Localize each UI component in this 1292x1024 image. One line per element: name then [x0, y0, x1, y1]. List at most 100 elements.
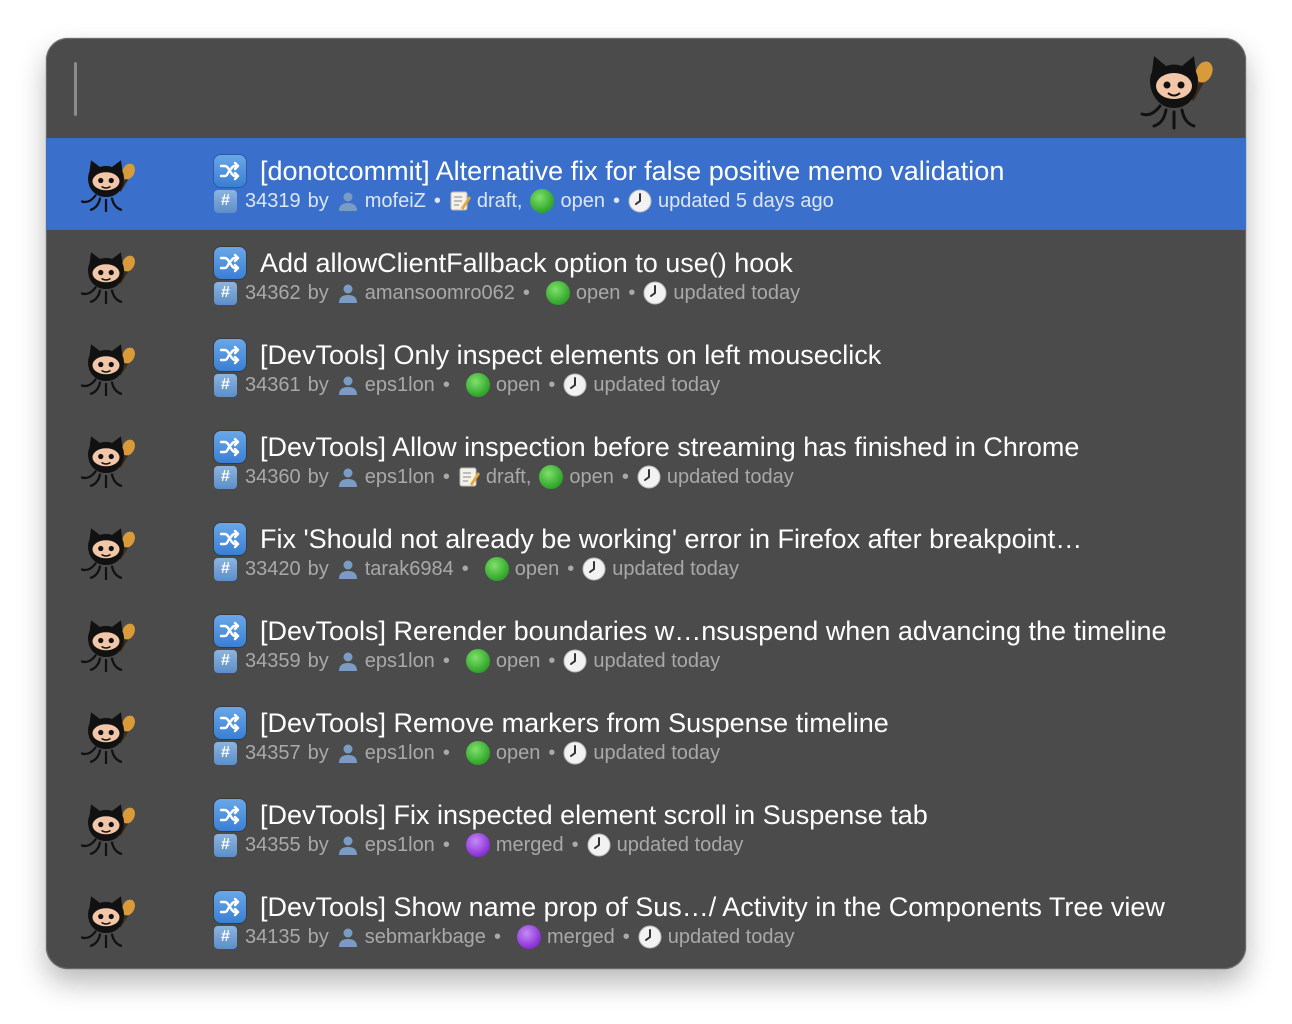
- draft-label: draft,: [476, 189, 523, 212]
- result-subtitle: # 34362 by amansoomro062 • open • update…: [214, 281, 800, 305]
- status-dot-icon: [465, 741, 490, 765]
- result-title-line: [DevTools] Allow inspection before strea…: [214, 431, 1079, 463]
- app-window: [donotcommit] Alternative fix for false …: [46, 38, 1246, 969]
- separator-dot: •: [621, 465, 629, 488]
- result-subtitle: # 34359 by eps1lon • open • updated toda…: [214, 649, 720, 673]
- clock-icon: [563, 373, 587, 397]
- pr-state: open: [495, 649, 541, 672]
- result-subtitle: # 34135 by sebmarkbage • merged • update…: [214, 925, 795, 949]
- result-title-line: [DevTools] Rerender boundaries w…nsuspen…: [214, 615, 1167, 647]
- result-title: [donotcommit] Alternative fix for false …: [260, 155, 1005, 186]
- shuffle-icon: [214, 707, 246, 739]
- result-title: Fix 'Should not already be working' erro…: [260, 523, 1083, 554]
- person-icon: [337, 742, 359, 764]
- pr-number: 34319: [245, 189, 301, 212]
- pr-state: open: [575, 281, 621, 304]
- status-dot-icon: [539, 465, 564, 489]
- draft-label: draft,: [485, 465, 532, 488]
- octocat-icon: [76, 894, 136, 949]
- octocat-icon: [76, 802, 136, 857]
- person-icon: [337, 834, 359, 856]
- clock-icon: [643, 281, 667, 305]
- pr-number: 34359: [245, 649, 301, 672]
- status-dot-icon: [465, 373, 490, 397]
- result-row[interactable]: [DevTools] Show name prop of Sus…/ Activ…: [46, 874, 1246, 966]
- draft-group: draft,: [449, 189, 523, 213]
- separator-dot: •: [461, 557, 469, 580]
- result-row[interactable]: [DevTools] Allow inspection before strea…: [46, 414, 1246, 506]
- result-title-line: [DevTools] Remove markers from Suspense …: [214, 707, 889, 739]
- updated-text: updated today: [612, 557, 740, 580]
- separator-dot: •: [442, 465, 450, 488]
- hash-icon: #: [214, 833, 237, 857]
- updated-text: updated today: [616, 833, 744, 856]
- search-bar[interactable]: [46, 38, 1246, 138]
- pr-state: open: [495, 741, 541, 764]
- hash-icon: #: [214, 281, 237, 305]
- separator-dot: •: [571, 833, 579, 856]
- result-subtitle: # 33420 by tarak6984 • open • updated to…: [214, 557, 739, 581]
- result-row[interactable]: [DevTools] Rerender boundaries w…nsuspen…: [46, 598, 1246, 690]
- by-label: by: [307, 373, 329, 396]
- hash-icon: #: [214, 741, 237, 765]
- result-row[interactable]: [DevTools] Remove markers from Suspense …: [46, 690, 1246, 782]
- pr-number: 34357: [245, 741, 301, 764]
- hash-icon: #: [214, 465, 237, 489]
- separator-dot: •: [442, 649, 450, 672]
- result-title-line: [donotcommit] Alternative fix for false …: [214, 155, 1004, 187]
- by-label: by: [307, 281, 329, 304]
- hash-icon: #: [214, 925, 237, 949]
- hash-icon: #: [214, 373, 237, 397]
- result-subtitle: # 34357 by eps1lon • open • updated toda…: [214, 741, 720, 765]
- person-icon: [337, 926, 359, 948]
- author-name: eps1lon: [364, 741, 435, 764]
- pr-number: 34360: [245, 465, 301, 488]
- separator-dot: •: [548, 741, 556, 764]
- result-title: [DevTools] Allow inspection before strea…: [260, 431, 1080, 462]
- separator-dot: •: [442, 741, 450, 764]
- result-subtitle: # 34360 by eps1lon • draft, open • updat…: [214, 465, 794, 489]
- clock-icon: [628, 189, 652, 213]
- clock-icon: [638, 925, 662, 949]
- status-dot-icon: [530, 189, 555, 213]
- person-icon: [337, 466, 359, 488]
- status-dot-icon: [516, 925, 541, 949]
- separator-dot: •: [567, 557, 575, 580]
- clock-icon: [582, 557, 606, 581]
- author-name: tarak6984: [364, 557, 454, 580]
- author-name: mofeiZ: [364, 189, 426, 212]
- by-label: by: [307, 465, 329, 488]
- octocat-icon: [76, 434, 136, 489]
- result-title-line: [DevTools] Only inspect elements on left…: [214, 339, 881, 371]
- result-row[interactable]: [donotcommit] Alternative fix for false …: [46, 138, 1246, 230]
- result-row[interactable]: Fix 'Should not already be working' erro…: [46, 506, 1246, 598]
- separator-dot: •: [548, 373, 556, 396]
- result-title: Add allowClientFallback option to use() …: [260, 247, 793, 278]
- result-row[interactable]: [DevTools] Fix inspected element scroll …: [46, 782, 1246, 874]
- text-cursor: [74, 62, 77, 116]
- shuffle-icon: [214, 339, 246, 371]
- shuffle-icon: [214, 523, 246, 555]
- separator-dot: •: [548, 649, 556, 672]
- pr-state: open: [560, 189, 605, 212]
- by-label: by: [307, 925, 329, 948]
- octocat-icon: [76, 526, 136, 581]
- author-name: eps1lon: [364, 373, 435, 396]
- separator-dot: •: [442, 373, 450, 396]
- pr-state: merged: [495, 833, 564, 856]
- shuffle-icon: [214, 431, 246, 463]
- by-label: by: [307, 649, 329, 672]
- result-title-line: [DevTools] Show name prop of Sus…/ Activ…: [214, 891, 1165, 923]
- pr-state: merged: [546, 925, 615, 948]
- updated-text: updated today: [667, 925, 795, 948]
- hash-icon: #: [214, 557, 237, 581]
- result-title-line: Add allowClientFallback option to use() …: [214, 247, 793, 279]
- result-row[interactable]: [DevTools] Only inspect elements on left…: [46, 322, 1246, 414]
- pr-number: 34355: [245, 833, 301, 856]
- result-title-line: Fix 'Should not already be working' erro…: [214, 523, 1082, 555]
- author-name: eps1lon: [364, 649, 435, 672]
- updated-text: updated today: [666, 465, 794, 488]
- shuffle-icon: [214, 247, 246, 279]
- result-row[interactable]: Add allowClientFallback option to use() …: [46, 230, 1246, 322]
- person-icon: [337, 558, 359, 580]
